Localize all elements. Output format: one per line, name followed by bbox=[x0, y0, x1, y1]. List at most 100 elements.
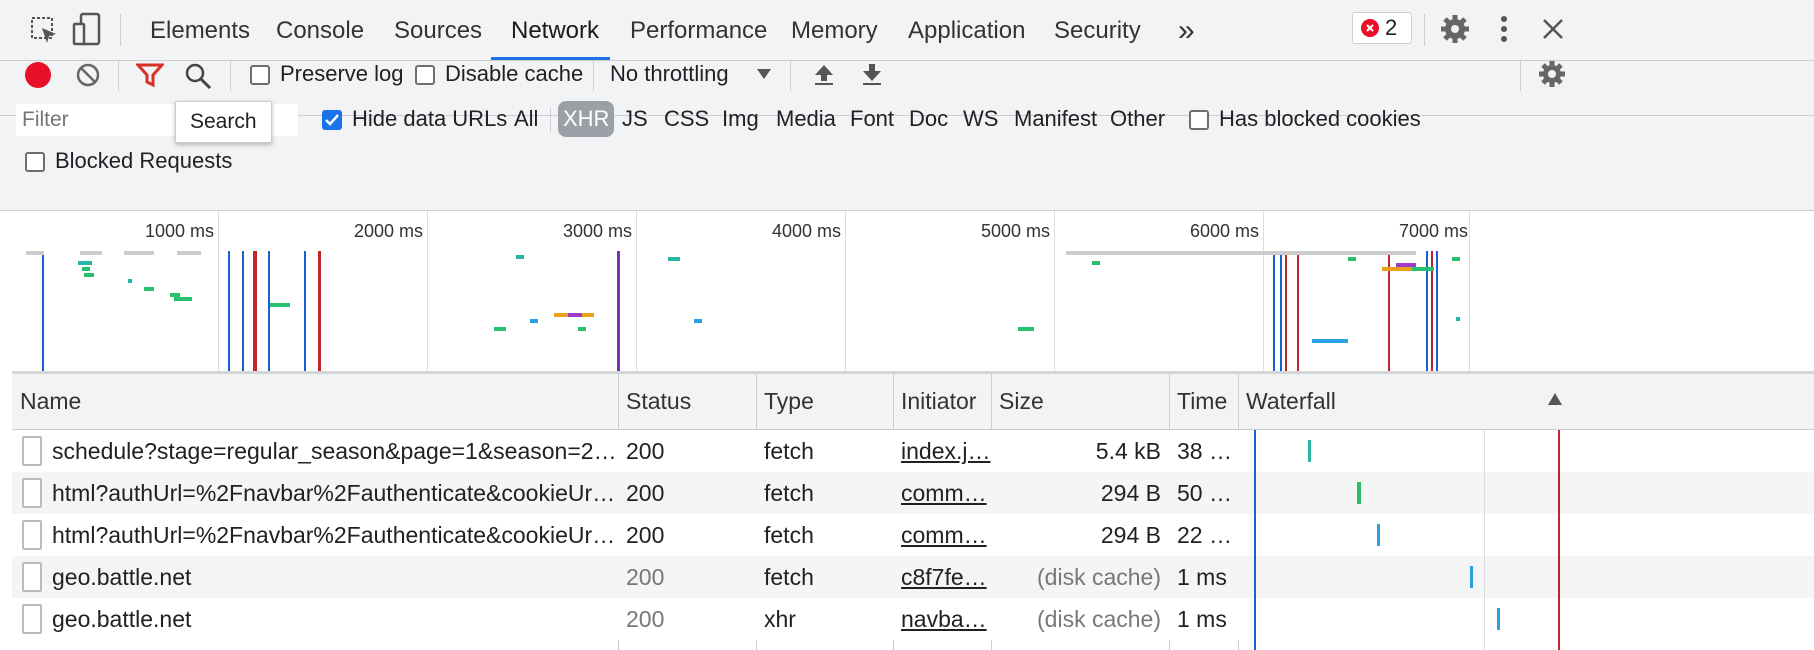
filter-type-doc[interactable]: Doc bbox=[909, 106, 948, 132]
sort-ascending-icon[interactable] bbox=[1547, 392, 1563, 406]
request-size: 294 B bbox=[1100, 480, 1161, 506]
table-row[interactable]: html?authUrl=%2Fnavbar%2Fauthenticate&co… bbox=[12, 514, 1814, 556]
request-status: 200 bbox=[626, 480, 665, 506]
more-options-icon[interactable] bbox=[1496, 14, 1512, 44]
close-icon[interactable] bbox=[1540, 16, 1566, 42]
load-event-line bbox=[318, 251, 321, 371]
filter-type-ws[interactable]: WS bbox=[963, 106, 998, 132]
request-initiator-link[interactable]: navba… bbox=[893, 598, 991, 640]
dom-content-loaded-line bbox=[268, 251, 270, 371]
table-row[interactable]: html?authUrl=%2Fnavbar%2Fauthenticate&co… bbox=[12, 472, 1814, 514]
document-icon bbox=[22, 478, 42, 508]
request-initiator-link[interactable]: comm… bbox=[893, 514, 991, 556]
hide-data-urls-checkbox[interactable] bbox=[322, 110, 342, 130]
search-icon[interactable] bbox=[184, 62, 212, 90]
table-row[interactable]: geo.battle.net 200 xhr navba… (disk cach… bbox=[12, 598, 1814, 640]
import-har-icon[interactable] bbox=[812, 62, 836, 86]
clear-icon[interactable] bbox=[75, 62, 101, 88]
request-bar bbox=[1066, 251, 1416, 255]
request-bar bbox=[84, 273, 94, 277]
disable-cache-label: Disable cache bbox=[445, 61, 584, 86]
filter-type-css[interactable]: CSS bbox=[664, 106, 709, 132]
column-header-status[interactable]: Status bbox=[618, 374, 756, 429]
dom-content-loaded-line bbox=[242, 251, 244, 371]
settings-gear-icon[interactable] bbox=[1440, 14, 1470, 44]
column-header-type[interactable]: Type bbox=[756, 374, 893, 429]
grid-line bbox=[427, 211, 428, 371]
load-event-line bbox=[253, 251, 257, 371]
waterfall-load-line bbox=[1558, 430, 1560, 650]
column-header-size[interactable]: Size bbox=[991, 374, 1169, 429]
request-bar bbox=[694, 319, 702, 323]
filter-type-js[interactable]: JS bbox=[622, 106, 648, 132]
column-header-initiator[interactable]: Initiator bbox=[893, 374, 991, 429]
divider bbox=[120, 14, 121, 46]
tab-performance[interactable]: Performance bbox=[630, 0, 767, 60]
error-count-badge[interactable]: 2 bbox=[1352, 12, 1412, 44]
request-name: schedule?stage=regular_season&page=1&sea… bbox=[52, 438, 618, 464]
filter-type-font[interactable]: Font bbox=[850, 106, 894, 132]
waterfall-dom-content-loaded-line bbox=[1254, 430, 1256, 650]
tick-label: 4000 ms bbox=[771, 221, 841, 241]
grid-line bbox=[218, 211, 219, 371]
tab-sources[interactable]: Sources bbox=[394, 0, 482, 60]
request-time: 1 ms bbox=[1177, 606, 1227, 632]
request-initiator-link[interactable]: comm… bbox=[893, 472, 991, 514]
error-count: 2 bbox=[1385, 15, 1398, 40]
divider bbox=[550, 108, 551, 132]
network-settings-gear-icon[interactable] bbox=[1538, 60, 1566, 88]
device-toolbar-icon[interactable] bbox=[72, 12, 102, 48]
hide-data-urls-label: Hide data URLs bbox=[352, 106, 508, 131]
more-tabs-button[interactable]: » bbox=[1178, 0, 1195, 60]
divider bbox=[118, 61, 119, 91]
throttling-select[interactable]: No throttling bbox=[610, 61, 729, 87]
tick-label: 5000 ms bbox=[980, 221, 1050, 241]
tab-console[interactable]: Console bbox=[276, 0, 364, 60]
request-bar bbox=[1018, 327, 1034, 331]
request-initiator-link[interactable]: index.j… bbox=[893, 430, 991, 472]
blocked-requests-checkbox[interactable] bbox=[25, 152, 45, 172]
disable-cache-checkbox[interactable] bbox=[415, 65, 435, 85]
column-header-waterfall[interactable]: Waterfall bbox=[1238, 374, 1538, 429]
filter-type-img[interactable]: Img bbox=[722, 106, 759, 132]
blocked-requests-label: Blocked Requests bbox=[55, 148, 233, 173]
tab-security[interactable]: Security bbox=[1054, 0, 1141, 60]
tab-network[interactable]: Network bbox=[511, 0, 599, 60]
divider bbox=[1424, 14, 1425, 46]
request-size: 294 B bbox=[1100, 522, 1161, 548]
timeline-overview[interactable]: 1000 ms 2000 ms 3000 ms 4000 ms 5000 ms … bbox=[12, 211, 1814, 374]
filter-type-xhr[interactable]: XHR bbox=[558, 101, 615, 137]
column-header-name[interactable]: Name bbox=[12, 374, 618, 429]
filter-icon[interactable] bbox=[134, 62, 166, 88]
record-button[interactable] bbox=[25, 62, 51, 88]
document-icon bbox=[22, 604, 42, 634]
request-bar bbox=[82, 267, 90, 271]
request-size: (disk cache) bbox=[1037, 564, 1161, 590]
filter-type-media[interactable]: Media bbox=[776, 106, 836, 132]
request-initiator-link[interactable]: c8f7fe… bbox=[893, 556, 991, 598]
table-row[interactable]: geo.battle.net 200 fetch c8f7fe… (disk c… bbox=[12, 556, 1814, 598]
has-blocked-cookies-checkbox[interactable] bbox=[1189, 110, 1209, 130]
request-type: fetch bbox=[764, 564, 814, 590]
tick-label: 7000 ms bbox=[1398, 221, 1468, 241]
inspect-element-icon[interactable] bbox=[30, 16, 60, 46]
grid-line bbox=[1469, 211, 1470, 371]
filter-type-all[interactable]: All bbox=[514, 106, 538, 132]
chevron-down-icon[interactable] bbox=[756, 67, 772, 79]
tab-memory[interactable]: Memory bbox=[791, 0, 878, 60]
table-row[interactable]: schedule?stage=regular_season&page=1&sea… bbox=[12, 430, 1814, 472]
request-size: (disk cache) bbox=[1037, 606, 1161, 632]
request-time: 22 … bbox=[1177, 522, 1232, 548]
request-bar bbox=[1312, 339, 1348, 343]
tab-elements[interactable]: Elements bbox=[150, 0, 250, 60]
request-bar bbox=[516, 255, 524, 259]
export-har-icon[interactable] bbox=[860, 62, 884, 86]
tab-application[interactable]: Application bbox=[908, 0, 1025, 60]
preserve-log-checkbox[interactable] bbox=[250, 65, 270, 85]
request-bar bbox=[174, 297, 192, 301]
filter-type-other[interactable]: Other bbox=[1110, 106, 1165, 132]
request-bar bbox=[128, 279, 132, 283]
column-header-time[interactable]: Time bbox=[1169, 374, 1238, 429]
document-icon bbox=[22, 562, 42, 592]
filter-type-manifest[interactable]: Manifest bbox=[1014, 106, 1097, 132]
